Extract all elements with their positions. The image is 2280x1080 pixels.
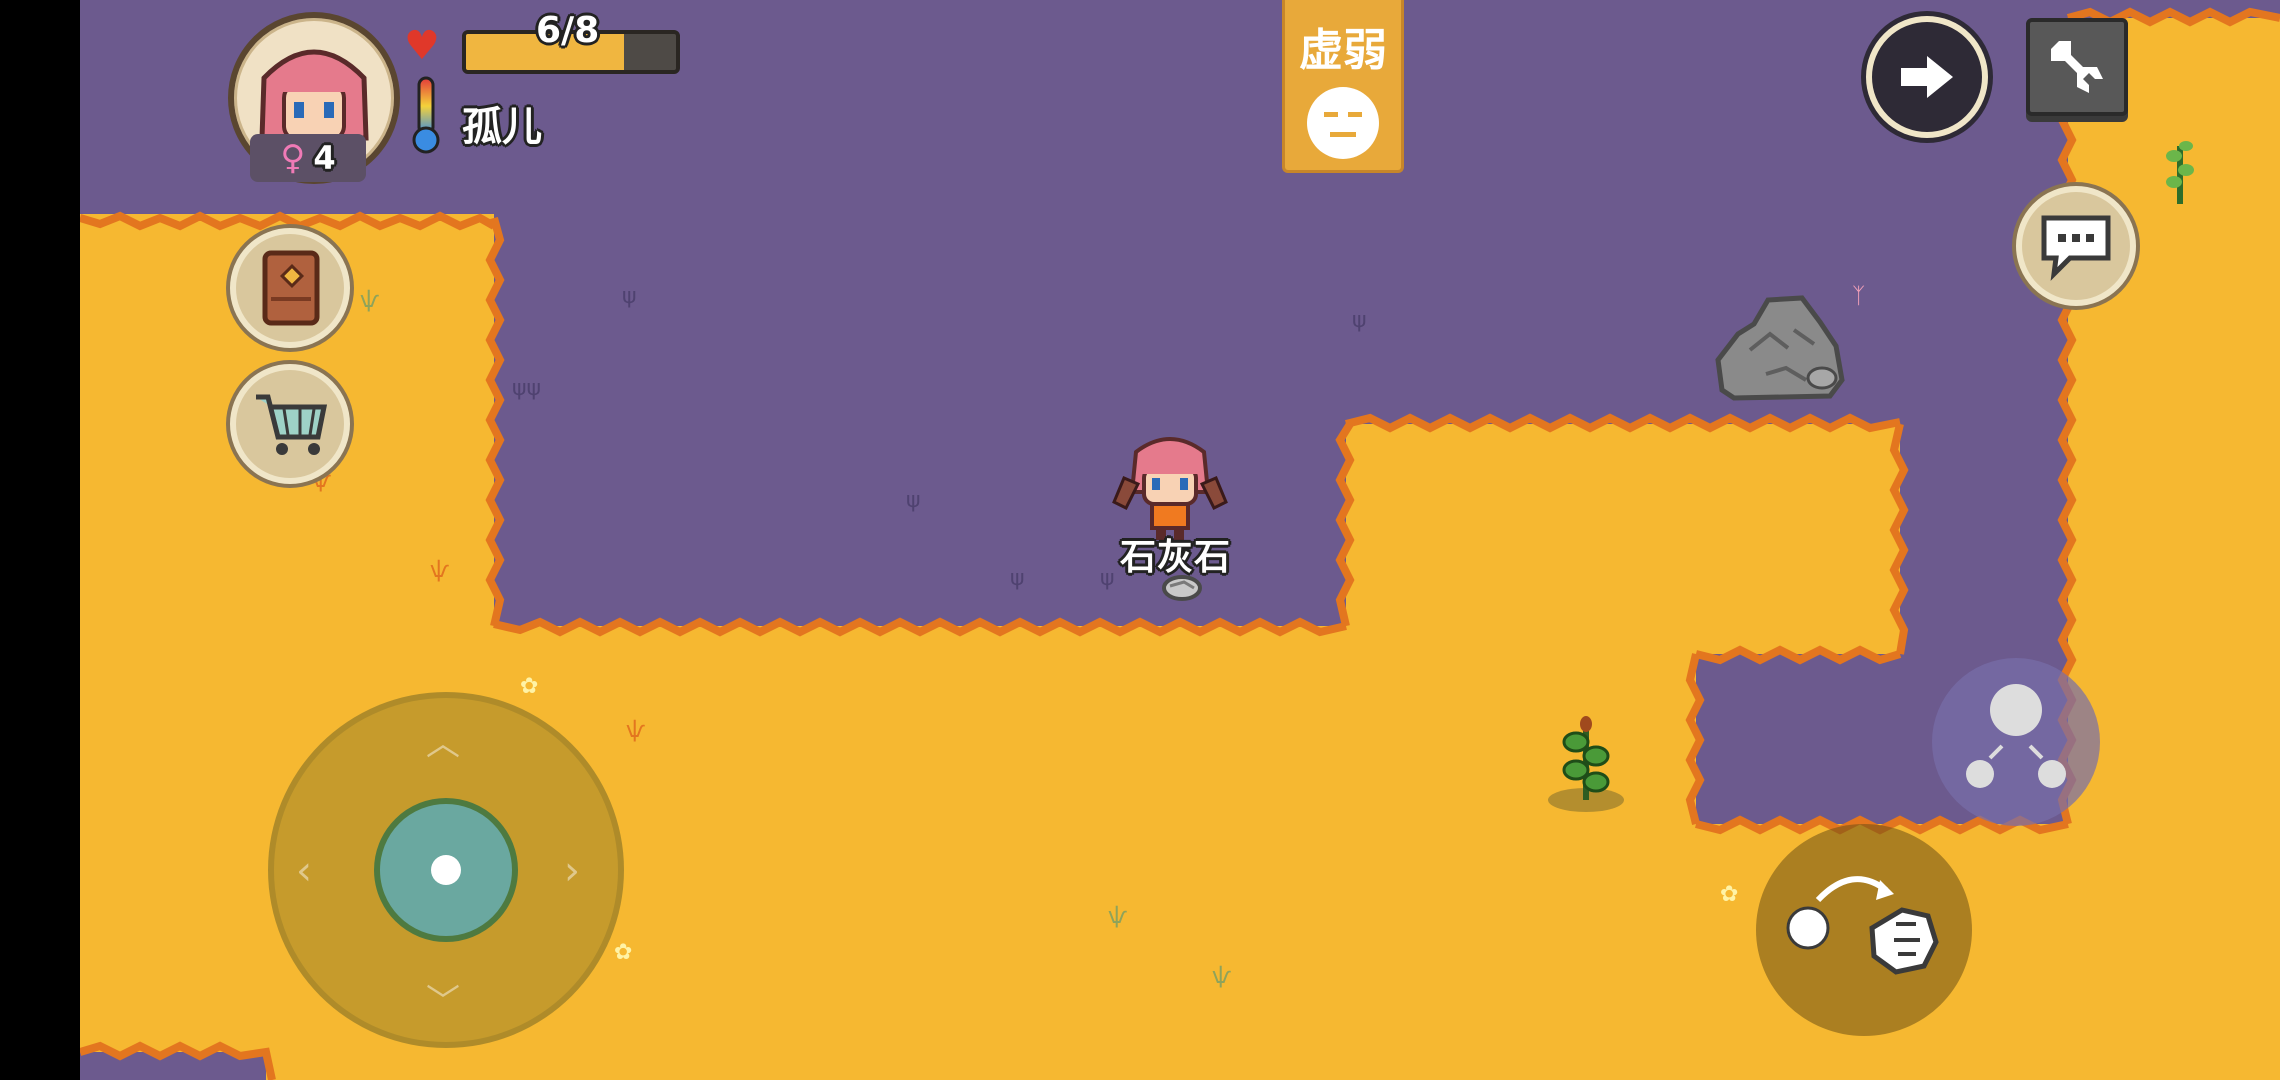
status-name: 孤儿	[462, 104, 542, 150]
player-character[interactable]	[1110, 432, 1230, 542]
gender-age-badge: ♀ 4	[250, 134, 366, 182]
joystick-left-chevron: ‹	[296, 848, 312, 894]
heart-icon: ♥	[404, 23, 440, 69]
exit-button[interactable]	[1866, 16, 1988, 138]
joystick-right-chevron: ›	[564, 848, 580, 894]
thermometer-icon	[412, 76, 440, 154]
joystick[interactable]: ︿ ‹ › ﹀	[268, 692, 624, 1048]
arrow-right-icon	[1901, 56, 1953, 98]
health-text: 6/8	[536, 10, 600, 51]
status-banner-label: 虚弱	[1299, 25, 1387, 76]
berry-bush	[1548, 716, 1624, 812]
recipe-book-button[interactable]	[230, 228, 350, 348]
chat-bubble-icon	[2041, 215, 2111, 281]
grass-tuft: ψ	[622, 284, 637, 309]
joystick-knob-center	[431, 855, 461, 885]
dry-sprout: ѱ	[430, 558, 450, 583]
neutral-face-icon	[1307, 87, 1379, 159]
recipe-book-icon	[262, 250, 320, 326]
item-label: 石灰石	[1120, 537, 1232, 578]
joystick-down-chevron: ﹀	[426, 982, 460, 1022]
joystick-up-chevron: ︿	[426, 724, 460, 764]
shop-button[interactable]	[230, 364, 350, 484]
grass-tuft: ѱ	[1212, 964, 1232, 989]
settings-button[interactable]	[2026, 18, 2128, 116]
flower: ✿	[1720, 882, 1739, 907]
screen-letterbox	[0, 0, 80, 1080]
green-plant	[2166, 141, 2194, 204]
flower: ✿	[614, 940, 633, 965]
grass-tuft: ψ	[1010, 566, 1025, 591]
joystick-knob[interactable]	[374, 798, 518, 942]
grass-tuft: ѱ	[1108, 904, 1128, 929]
grass-tuft: ψ	[1352, 308, 1367, 333]
shopping-cart-icon	[256, 394, 328, 455]
female-icon: ♀	[280, 138, 306, 178]
boulder	[1715, 295, 1845, 401]
grass-tuft: ψ	[1100, 566, 1115, 591]
throw-button[interactable]	[1756, 824, 1972, 1036]
emote-icon	[1966, 684, 2066, 788]
pink-sprout: ᛉ	[1852, 284, 1866, 309]
grass-tuft: ψψ	[512, 376, 542, 401]
grass-tuft: ѱ	[360, 288, 380, 313]
grass-tuft: ψ	[906, 488, 921, 513]
emote-button[interactable]	[1932, 658, 2100, 826]
flower: ✿	[520, 674, 539, 699]
age-value: 4	[313, 139, 336, 177]
wrench-icon	[2051, 41, 2103, 93]
throw-hand-icon	[1786, 876, 1939, 975]
chat-button[interactable]	[2016, 186, 2136, 306]
dry-sprout: ѱ	[626, 718, 646, 743]
status-banner: 虚弱	[1282, 0, 1404, 173]
